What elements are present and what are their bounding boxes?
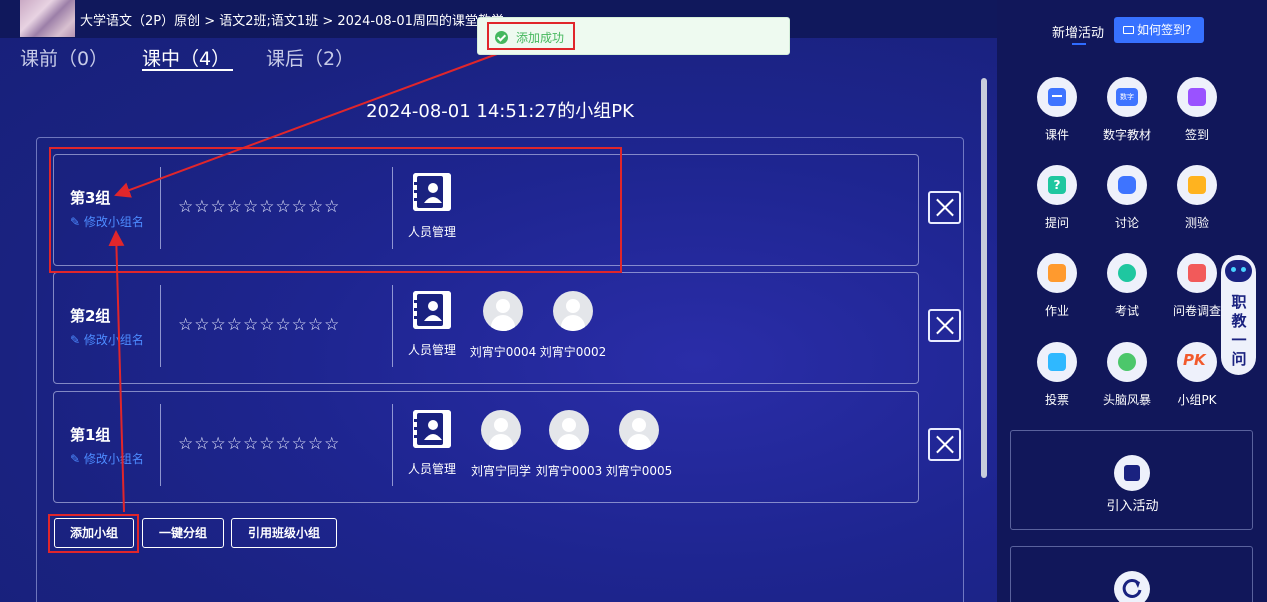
tool-label: 问卷调查 <box>1172 304 1221 318</box>
ai-assistant-robot[interactable]: 职教一问 <box>1221 255 1256 375</box>
tool-label: 课件 <box>1044 128 1069 142</box>
new-activity-title[interactable]: 新增活动 <box>1052 22 1104 41</box>
tool-label: 数字教材 <box>1102 128 1151 142</box>
tool-label: 小组PK <box>1177 393 1217 407</box>
book-icon <box>1037 253 1077 293</box>
tool-label: 提问 <box>1044 216 1069 230</box>
tool-label: 投票 <box>1044 393 1069 407</box>
tool-exam[interactable]: 考试 <box>1095 253 1159 319</box>
title-underline <box>1072 43 1086 45</box>
tool-discussion[interactable]: 讨论 <box>1095 165 1159 231</box>
digital-textbook-icon: 数字 <box>1107 77 1147 117</box>
courseware-icon <box>1037 77 1077 117</box>
robot-icon <box>1225 260 1252 282</box>
quiz-icon <box>1177 165 1217 205</box>
tool-label: 讨论 <box>1114 216 1139 230</box>
tool-digital-textbook[interactable]: 数字 数字教材 <box>1095 77 1159 143</box>
tool-sign-in[interactable]: 签到 <box>1165 77 1229 143</box>
tool-vote[interactable]: 投票 <box>1025 342 1089 408</box>
calendar-check-icon <box>1177 77 1217 117</box>
tool-question[interactable]: ? 提问 <box>1025 165 1089 231</box>
tool-label: 作业 <box>1044 304 1069 318</box>
vote-icon <box>1037 342 1077 382</box>
tool-label: 考试 <box>1114 304 1139 318</box>
how-btn-label: 如何签到? <box>1137 23 1192 37</box>
import-activity-label: 引入活动 <box>1106 499 1159 514</box>
survey-icon <box>1177 253 1217 293</box>
tool-brainstorm[interactable]: 头脑风暴 <box>1095 342 1159 408</box>
import-activity-card[interactable]: 引入活动 <box>1010 430 1253 530</box>
video-icon <box>1123 26 1134 34</box>
refresh-icon <box>1114 571 1150 602</box>
tool-homework[interactable]: 作业 <box>1025 253 1089 319</box>
main-area: 大学语文（2P）原创 > 语文2班;语文1班 > 2024-08-01周四的课堂… <box>0 0 997 602</box>
exam-icon <box>1107 253 1147 293</box>
tool-label: 头脑风暴 <box>1102 393 1151 407</box>
chat-icon <box>1107 165 1147 205</box>
tool-survey[interactable]: 问卷调查 <box>1165 253 1229 319</box>
digital-icon-text: 数字 <box>1116 88 1138 106</box>
annotation-highlight <box>487 22 575 50</box>
annotation-arrows <box>108 53 498 513</box>
question-icon: ? <box>1037 165 1077 205</box>
import-icon <box>1114 455 1150 491</box>
pk-icon: PK <box>1177 342 1217 382</box>
pk-icon-text: PK <box>1183 351 1206 369</box>
tool-quiz[interactable]: 测验 <box>1165 165 1229 231</box>
tool-label: 签到 <box>1184 128 1209 142</box>
how-to-sign-in-button[interactable]: 如何签到? <box>1114 17 1204 43</box>
refresh-card[interactable] <box>1010 546 1253 602</box>
lightbulb-icon <box>1107 342 1147 382</box>
tool-label: 测验 <box>1184 216 1209 230</box>
tool-courseware[interactable]: 课件 <box>1025 77 1089 143</box>
tool-group-pk[interactable]: PK 小组PK <box>1165 342 1229 408</box>
robot-label: 职教一问 <box>1231 293 1247 368</box>
